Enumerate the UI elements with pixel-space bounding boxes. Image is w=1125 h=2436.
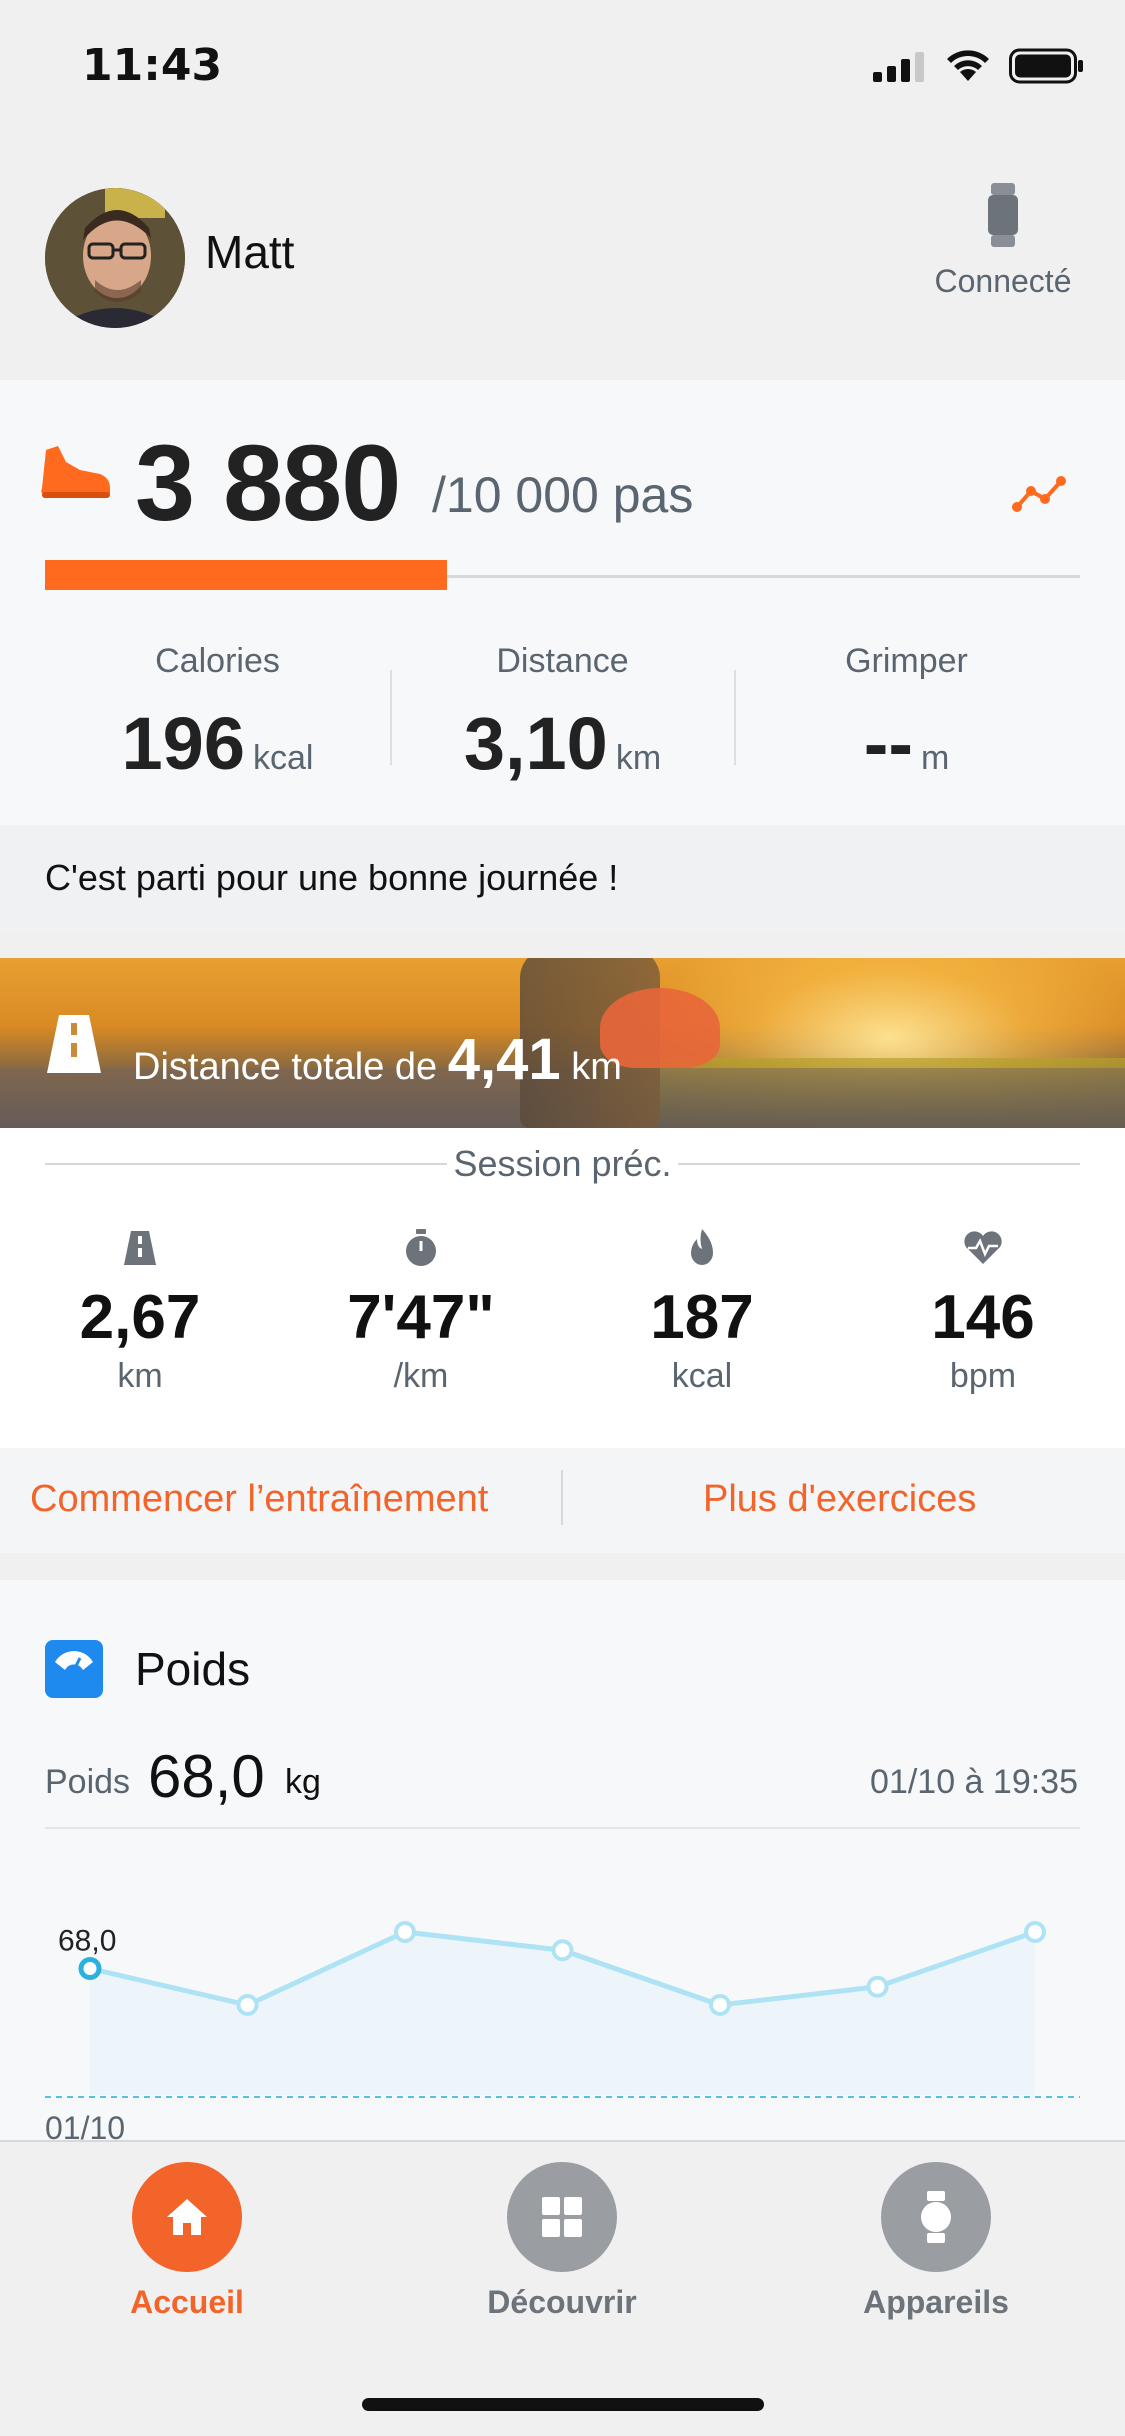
shoe-icon [41, 446, 111, 498]
weight-point-label: 68,0 [58, 1925, 116, 1958]
weight-point[interactable] [709, 1994, 731, 2016]
tab-decouvrir[interactable]: Découvrir [432, 2162, 692, 2321]
session-title: Session préc. [0, 1143, 1125, 1185]
metric-value: -- [863, 702, 913, 785]
tab-icon-circle [132, 2162, 242, 2272]
status-icons [873, 48, 1085, 84]
battery-icon [1009, 48, 1083, 84]
metric-label: Calories [155, 642, 280, 680]
heart-rate-icon [964, 1231, 1002, 1264]
session-value: 146 [931, 1283, 1035, 1352]
session-unit: bpm [949, 1357, 1017, 1395]
tab-label: Découvrir [487, 2284, 637, 2320]
band-device-icon [988, 183, 1018, 247]
steps-value: 3 880 [135, 422, 401, 543]
weight-point[interactable] [394, 1921, 416, 1943]
metric-calories: Calories 196 kcal [45, 642, 390, 786]
flame-icon [691, 1229, 713, 1265]
metric-climb: Grimper -- m [734, 642, 1079, 786]
session-value: 187 [650, 1283, 754, 1352]
watch-icon [921, 2191, 951, 2243]
avatar[interactable] [45, 188, 185, 328]
motivation-text: C'est parti pour une bonne journée ! [45, 857, 619, 898]
action-divider [561, 1470, 563, 1525]
weight-chart: 68,0 [45, 1921, 1080, 2098]
banner-unit: km [571, 1046, 622, 1088]
total-distance-banner[interactable]: Distance totale de 4,41 km [0, 958, 1125, 1128]
workout-actions: Commencer l’entraînement Plus d'exercice… [0, 1448, 1125, 1553]
wifi-icon [947, 50, 989, 81]
metric-unit: m [920, 739, 950, 777]
home-indicator [362, 2398, 764, 2411]
more-exercises-button[interactable]: Plus d'exercices [703, 1478, 976, 1521]
metric-value: 3,10 [463, 702, 608, 785]
avatar-image [45, 188, 185, 328]
steps-goal: /10 000 pas [432, 467, 694, 523]
grid-icon [542, 2197, 582, 2237]
home-icon [167, 2199, 207, 2235]
start-workout-button[interactable]: Commencer l’entraînement [30, 1478, 488, 1521]
user-name: Matt [205, 226, 295, 278]
stopwatch-icon [406, 1229, 436, 1266]
device-status[interactable]: Connecté [928, 183, 1078, 300]
metric-value: 196 [121, 702, 245, 785]
session-unit: /km [393, 1357, 449, 1395]
road-icon [47, 1015, 101, 1073]
tab-label: Accueil [130, 2284, 244, 2320]
profile-header: Matt Connecté [0, 135, 1125, 380]
metric-label: Distance [496, 642, 629, 680]
session-unit: km [117, 1357, 163, 1395]
status-bar: 11:43 [0, 0, 1125, 135]
session-stat-pace: 7'47" /km [281, 1228, 561, 1396]
status-time: 11:43 [82, 40, 223, 91]
weight-point[interactable] [78, 1957, 102, 1980]
cellular-signal-icon [873, 52, 924, 82]
session-stat-distance: 2,67 km [0, 1228, 280, 1396]
steps-card[interactable]: 3 880 /10 000 pas Calories 196 kcal Dista… [0, 380, 1125, 825]
metric-label: Grimper [845, 642, 968, 680]
previous-session-card[interactable]: Session préc. 2,67 km 7'47" /km 187 kcal… [0, 1128, 1125, 1448]
steps-progress-fill [45, 560, 447, 590]
session-stat-heart-rate: 146 bpm [843, 1228, 1123, 1396]
tab-icon-circle [881, 2162, 991, 2272]
session-title-text: Session préc. [447, 1143, 678, 1184]
session-value: 2,67 [79, 1283, 201, 1352]
metric-distance: Distance 3,10 km [390, 642, 735, 786]
session-unit: kcal [671, 1357, 733, 1395]
weight-point[interactable] [236, 1994, 259, 2016]
motivation-message: C'est parti pour une bonne journée ! [0, 825, 1125, 933]
device-status-label: Connecté [934, 263, 1072, 299]
metric-unit: kcal [253, 739, 314, 777]
session-stat-calories: 187 kcal [562, 1228, 842, 1396]
banner-value: 4,41 [447, 1027, 561, 1092]
weight-point[interactable] [866, 1975, 889, 1998]
weight-point[interactable] [551, 1939, 574, 1962]
road-icon [124, 1231, 156, 1265]
weight-point[interactable] [1024, 1921, 1046, 1943]
tab-bar: Accueil Découvrir Appareils [0, 2140, 1125, 2436]
banner-prefix: Distance totale de [133, 1046, 448, 1088]
tab-accueil[interactable]: Accueil [57, 2162, 317, 2321]
trend-chart-icon[interactable] [1011, 475, 1067, 515]
tab-label: Appareils [863, 2284, 1009, 2320]
tab-appareils[interactable]: Appareils [806, 2162, 1066, 2321]
banner-text: Distance totale de 4,41 km [133, 1026, 622, 1093]
session-value: 7'47" [347, 1283, 495, 1352]
weight-card[interactable]: Poids Poids 68,0 kg 01/10 à 19:35 68,0 0… [0, 1580, 1125, 2146]
metric-unit: km [615, 739, 662, 777]
tab-icon-circle [507, 2162, 617, 2272]
